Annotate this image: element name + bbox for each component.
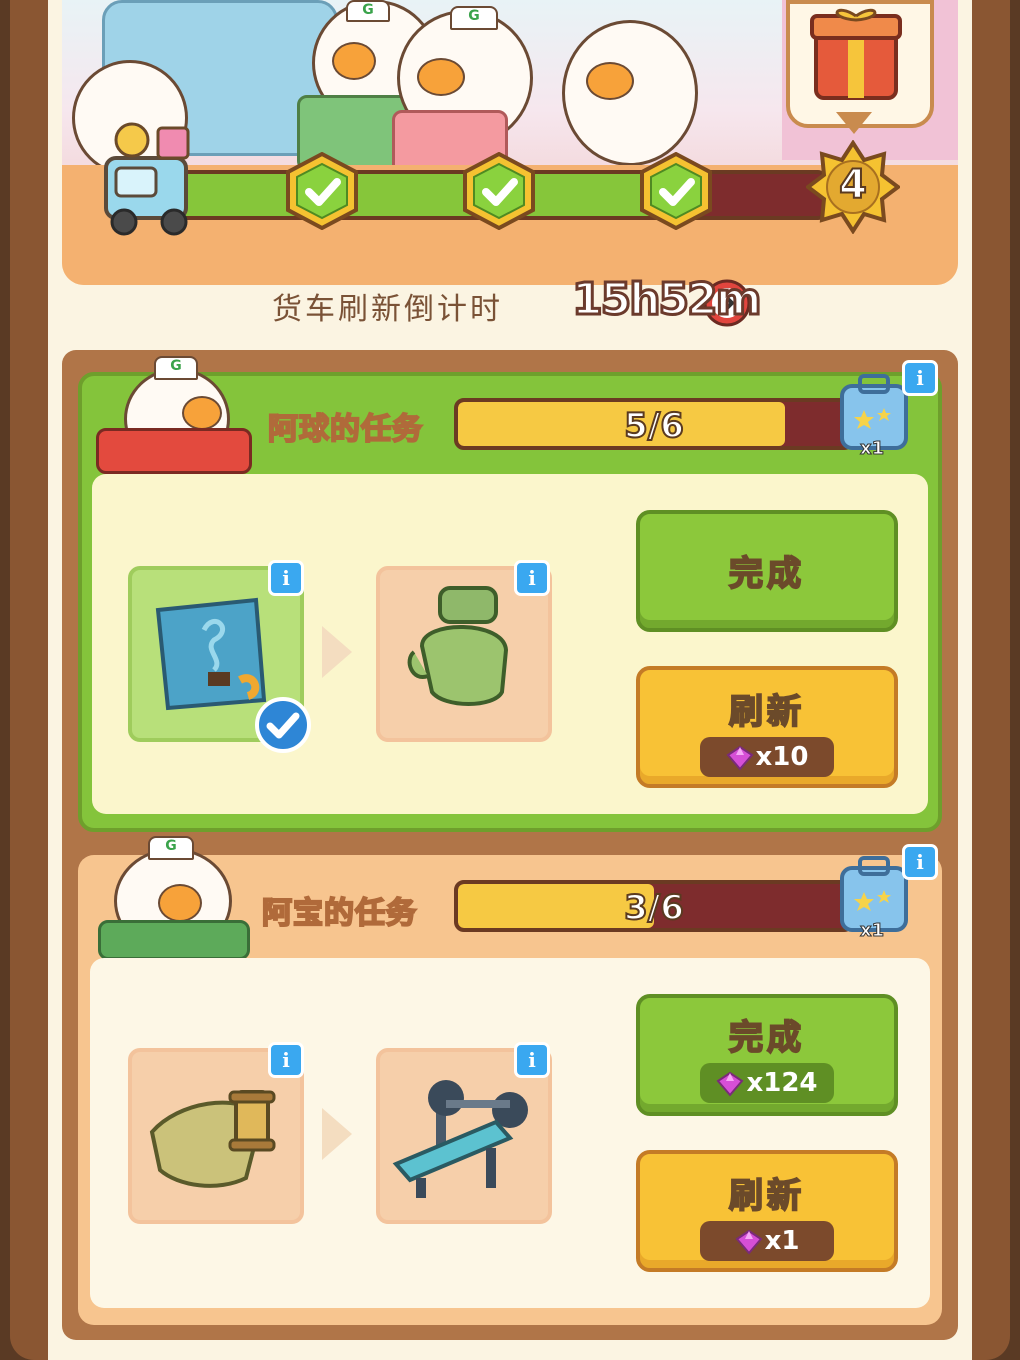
gift-bubble-pointer [836, 112, 872, 134]
task-2-complete-button[interactable]: 完成 x124 [636, 994, 898, 1116]
milestone-gift-bubble[interactable] [786, 0, 934, 128]
thread-spool-icon [149, 1090, 276, 1188]
task-1-refresh-cost: x10 [700, 737, 834, 777]
task-2-complete-cost: x124 [700, 1063, 834, 1103]
gem-icon [735, 1229, 763, 1255]
duck-cap-2: G [450, 6, 498, 30]
task-2-duck-apron [98, 920, 250, 960]
bench-press-icon [392, 1080, 528, 1198]
task-2-complete-label: 完成 [728, 1017, 805, 1059]
task-2-item-1-info-icon[interactable]: i [268, 1042, 304, 1078]
task-2-refresh-cost-value: x1 [764, 1226, 800, 1256]
task-2-progress-text: 3/6 [623, 887, 685, 928]
task-2-progress-bar: 3/6 [454, 880, 854, 932]
milestone-number: 4 [838, 161, 868, 209]
truck-icon [104, 122, 190, 236]
task-2-refresh-button[interactable]: 刷新 x1 [636, 1150, 898, 1272]
timer-label: 货车刷新倒计时 [272, 292, 503, 327]
task-2-complete-cost-value: x124 [746, 1068, 818, 1098]
milestone-check-2-icon [463, 152, 535, 230]
milestone-check-1-icon [286, 152, 358, 230]
task-2-refresh-label: 刷新 [728, 1175, 805, 1217]
task-1-refresh-button[interactable]: 刷新 x10 [636, 666, 898, 788]
task-1-reward-count: x1 [859, 438, 885, 460]
task-2-reward-info-icon[interactable]: i [902, 844, 938, 880]
task-2-refresh-cost: x1 [700, 1221, 834, 1261]
duck-beak-2 [417, 58, 465, 96]
task-1-reward-info-icon[interactable]: i [902, 360, 938, 396]
task-2-duck-cap: G [148, 836, 194, 860]
gem-icon [726, 745, 754, 771]
milestone-track-fill [122, 174, 702, 216]
duck-beak-1 [332, 42, 376, 80]
task-1-arrow-icon [322, 626, 352, 678]
task-1-avatar: G [96, 356, 252, 474]
glove-icon [407, 586, 509, 706]
task-1-item-1-done-check-icon [255, 697, 311, 753]
task-1-title: 阿球的任务 [267, 411, 423, 448]
gift-box-icon [810, 8, 902, 100]
timer-value: 15h52m [571, 273, 764, 327]
task-1-progress-text: 5/6 [623, 405, 685, 446]
task-1-duck-cap: G [154, 356, 198, 380]
task-1-refresh-cost-value: x10 [755, 742, 809, 772]
task-2-item-2-info-icon[interactable]: i [514, 1042, 550, 1078]
task-1-complete-label: 完成 [728, 553, 805, 595]
task-1-progress-bar: 5/6 [454, 398, 854, 450]
task-2-reward-count: x1 [859, 920, 885, 942]
duck-cap-1: G [346, 0, 390, 22]
task-1-complete-button[interactable]: 完成 [636, 510, 898, 632]
task-2-duck-beak [158, 884, 202, 922]
duck-character-3 [562, 20, 698, 166]
task-1-duck-beak [182, 396, 222, 430]
task-1-refresh-label: 刷新 [728, 691, 805, 733]
task-2-title: 阿宝的任务 [261, 895, 417, 932]
task-1-item-2-info-icon[interactable]: i [514, 560, 550, 596]
task-2-arrow-icon [322, 1108, 352, 1160]
gem-icon [716, 1071, 744, 1097]
task-1-duck-scarf [96, 428, 252, 474]
task-2-avatar: G [96, 836, 250, 960]
milestone-check-3-icon [640, 152, 712, 230]
duck-beak-3 [586, 62, 634, 100]
task-1-item-1-info-icon[interactable]: i [268, 560, 304, 596]
